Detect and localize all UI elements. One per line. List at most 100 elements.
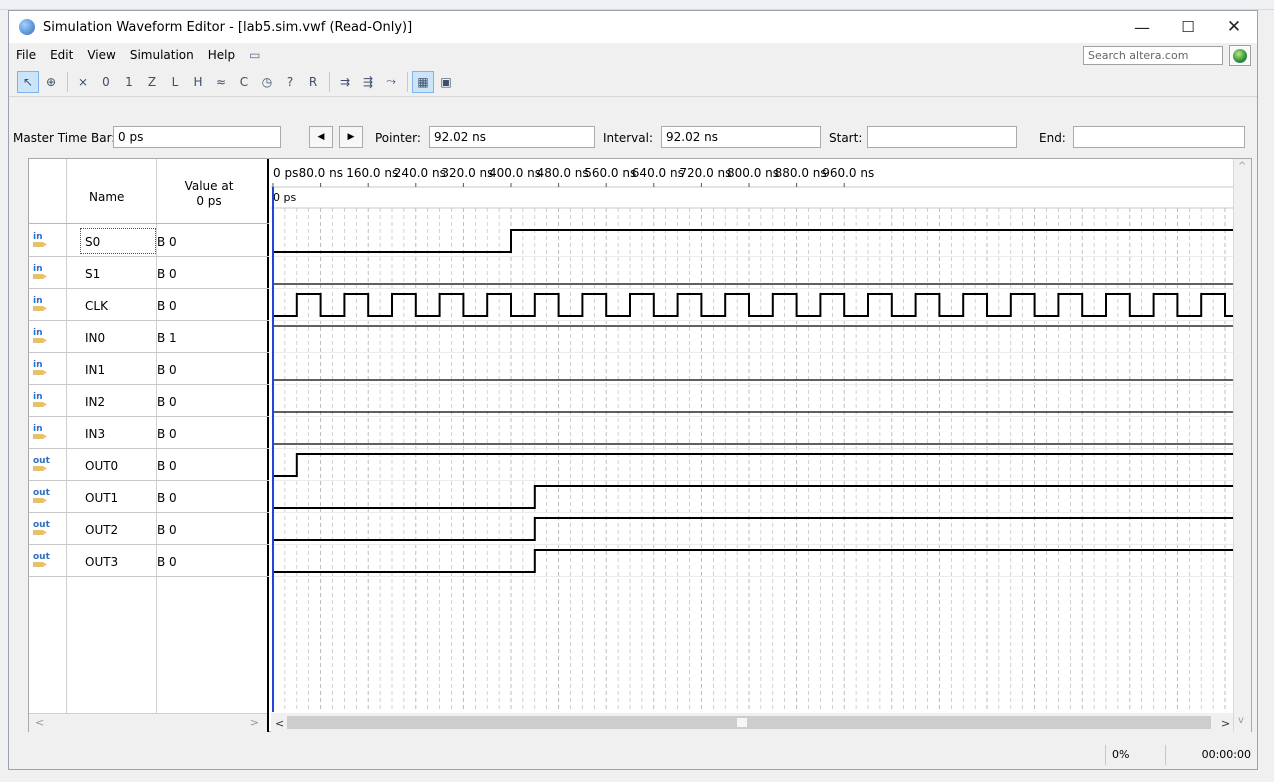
time-tick-label: 240.0 ns <box>394 166 446 180</box>
signal-row[interactable]: in IN3 B 0 <box>29 417 269 449</box>
app-root: Simulation Waveform Editor - [lab5.sim.v… <box>0 0 1274 782</box>
netlist-icon[interactable]: ⤳ <box>380 71 402 93</box>
signal-list-scrollbar[interactable]: < > <box>29 713 267 732</box>
weak-low-icon[interactable]: L <box>164 71 186 93</box>
signal-row[interactable]: out OUT1 B 0 <box>29 481 269 513</box>
time-tick-label: 0 ps <box>273 166 298 180</box>
signal-row[interactable]: in S1 B 0 <box>29 257 269 289</box>
toolbar-separator <box>67 71 68 92</box>
time-tick-label: 800.0 ns <box>727 166 779 180</box>
scroll-down-icon[interactable]: v <box>1238 715 1244 726</box>
next-transition-button[interactable]: ▶ <box>339 126 363 148</box>
waveform-out2 <box>273 517 1233 541</box>
signal-row[interactable]: out OUT0 B 0 <box>29 449 269 481</box>
timing-sim-icon[interactable]: ⇶ <box>357 71 379 93</box>
app-icon <box>19 19 35 35</box>
uninitialized-icon[interactable]: ⨯ <box>72 71 94 93</box>
menu-edit[interactable]: Edit <box>43 48 80 62</box>
signal-value: B 1 <box>157 331 177 345</box>
previous-transition-button[interactable]: ◀ <box>309 126 333 148</box>
time-tick-label: 560.0 ns <box>584 166 636 180</box>
menu-file[interactable]: File <box>9 48 43 62</box>
interval-field[interactable]: 92.02 ns <box>661 126 821 148</box>
signal-list-header: Name Value at 0 ps <box>29 159 269 224</box>
time-tick-label: 160.0 ns <box>346 166 398 180</box>
signal-list: Name Value at 0 ps in S0 B 0 in S1 B 0 in CLK B … <box>29 159 269 732</box>
signal-name: IN0 <box>85 331 106 345</box>
signal-row[interactable]: in CLK B 0 <box>29 289 269 321</box>
signal-name: S1 <box>85 267 101 281</box>
time-tick-label: 640.0 ns <box>632 166 684 180</box>
selection-tool-icon[interactable]: ↖ <box>17 70 39 93</box>
maximize-button[interactable]: ☐ <box>1165 11 1211 43</box>
value-column-header[interactable]: Value at 0 ps <box>179 179 239 209</box>
start-field[interactable] <box>867 126 1017 148</box>
pointer-field[interactable]: 92.02 ns <box>429 126 595 148</box>
signal-name: IN3 <box>85 427 106 441</box>
signal-row[interactable]: in IN2 B 0 <box>29 385 269 417</box>
scroll-left-icon[interactable]: < <box>35 716 44 729</box>
close-button[interactable]: ✕ <box>1211 11 1257 43</box>
signal-name: OUT3 <box>85 555 119 569</box>
signal-row[interactable]: in IN1 B 0 <box>29 353 269 385</box>
name-column-header[interactable]: Name <box>89 190 124 204</box>
menu-simulation[interactable]: Simulation <box>123 48 201 62</box>
scroll-up-icon[interactable]: ^ <box>1238 161 1246 172</box>
signal-row[interactable]: out OUT3 B 0 <box>29 545 269 577</box>
globe-icon[interactable] <box>1229 45 1251 66</box>
waveform-svg: 0 ps 80.0 ns 160.0 ns240.0 ns320.0 ns400.0… <box>271 159 1233 732</box>
time-tick-label: 320.0 ns <box>441 166 493 180</box>
time-tick-label: 720.0 ns <box>679 166 731 180</box>
minimize-button[interactable]: — <box>1119 11 1165 43</box>
invert-icon[interactable]: ≈ <box>210 71 232 93</box>
signal-value: B 0 <box>157 491 177 505</box>
end-field[interactable] <box>1073 126 1245 148</box>
count-value-icon[interactable]: C <box>233 71 255 93</box>
scroll-right-icon[interactable]: > <box>250 716 259 729</box>
menu-help[interactable]: Help <box>201 48 242 62</box>
waveform-out1 <box>273 485 1233 509</box>
grid-snap-icon[interactable]: ▦ <box>412 70 434 93</box>
signal-row[interactable]: out OUT2 B 0 <box>29 513 269 545</box>
signal-name: IN1 <box>85 363 106 377</box>
elapsed-time: 00:00:00 <box>1165 745 1257 765</box>
random-value-icon[interactable]: R <box>302 71 324 93</box>
force-high-icon[interactable]: 1 <box>118 71 140 93</box>
feedback-icon[interactable]: ▭ <box>242 48 267 62</box>
toolbar: ↖ ⊕ ⨯ 0 1 Z L H ≈ C ◷ ? R ⇉ ⇶ ⤳ ▦ ▣ <box>9 67 1257 97</box>
hscroll-track <box>287 716 1211 729</box>
waveform-canvas[interactable]: 0 ps 80.0 ns 160.0 ns 240.0 ns 320.0 ns 400.0… <box>271 159 1233 732</box>
clock-value-icon[interactable]: ◷ <box>256 71 278 93</box>
signal-name: OUT2 <box>85 523 119 537</box>
time-tick-label: 960.0 ns <box>822 166 874 180</box>
zoom-tool-icon[interactable]: ⊕ <box>40 71 62 93</box>
time-tick-label: 480.0 ns <box>537 166 589 180</box>
master-time-bar-field[interactable]: 0 ps <box>113 126 281 148</box>
master-time-bar-label: Master Time Bar: <box>13 131 116 145</box>
input-pin-icon: in <box>33 393 51 407</box>
weak-high-icon[interactable]: H <box>187 71 209 93</box>
force-low-icon[interactable]: 0 <box>95 71 117 93</box>
waveform-s0 <box>273 229 1233 253</box>
hscroll-right-icon: > <box>1221 717 1230 730</box>
start-label: Start: <box>829 131 863 145</box>
signal-row[interactable]: in S0 B 0 <box>29 225 269 257</box>
signal-row[interactable]: in IN0 B 1 <box>29 321 269 353</box>
waveform-out0 <box>273 453 1233 477</box>
signal-value: B 0 <box>157 459 177 473</box>
menu-view[interactable]: View <box>80 48 122 62</box>
window-title: Simulation Waveform Editor - [lab5.sim.v… <box>43 19 413 35</box>
signal-name: OUT1 <box>85 491 119 505</box>
output-pin-icon: out <box>33 553 51 567</box>
vertical-scrollbar[interactable]: ^ v <box>1233 159 1251 732</box>
cursor-time-label: 0 ps <box>273 191 296 204</box>
time-bar-panel: Master Time Bar: 0 ps ◀ ▶ Pointer: 92.02… <box>9 97 1257 155</box>
group-icon[interactable]: ▣ <box>435 71 457 93</box>
search-input[interactable]: Search altera.com <box>1083 46 1223 65</box>
signal-value: B 0 <box>157 363 177 377</box>
time-tick-label: 80.0 ns <box>299 166 343 180</box>
arbitrary-value-icon[interactable]: ? <box>279 71 301 93</box>
high-impedance-icon[interactable]: Z <box>141 71 163 93</box>
functional-sim-icon[interactable]: ⇉ <box>334 71 356 93</box>
waveform-panel: Name Value at 0 ps in S0 B 0 in S1 B 0 in CLK B … <box>28 158 1252 732</box>
